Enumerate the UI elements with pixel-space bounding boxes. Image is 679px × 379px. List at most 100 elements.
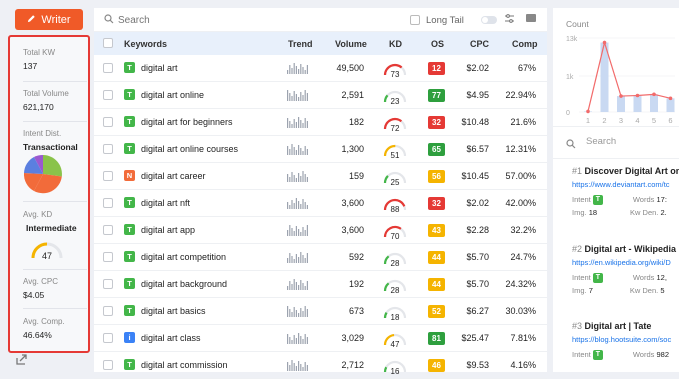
header-kd[interactable]: KD [389, 39, 402, 49]
filter-sliders-icon[interactable] [504, 13, 515, 27]
keyword-text[interactable]: digital art background [141, 279, 227, 289]
keyword-search-input[interactable] [118, 12, 318, 28]
total-volume-label: Total Volume [23, 89, 69, 98]
search-icon [104, 14, 114, 27]
volume-value: 159 [348, 171, 364, 181]
serp-url[interactable]: https://blog.hootsuite.com/soc [572, 335, 679, 344]
pencil-icon [27, 14, 36, 26]
row-checkbox[interactable] [103, 63, 113, 73]
folder-icon[interactable] [526, 14, 536, 22]
serp-result[interactable]: #3 Digital art | Tate https://blog.hootsu… [572, 321, 679, 361]
serp-search-input[interactable]: Search [586, 136, 616, 147]
header-os[interactable]: OS [431, 39, 444, 49]
keyword-text[interactable]: digital art class [141, 333, 201, 343]
divider [23, 81, 87, 82]
total-kw-value: 137 [23, 61, 38, 71]
keyword-text[interactable]: digital art commission [141, 360, 228, 370]
serp-title[interactable]: Digital art | Tate [585, 321, 652, 331]
header-volume[interactable]: Volume [335, 39, 367, 49]
intent-badge: T [124, 251, 135, 262]
kd-gauge: 70 [383, 225, 407, 241]
row-checkbox[interactable] [103, 144, 113, 154]
keyword-text[interactable]: digital art nft [141, 198, 190, 208]
keyword-text[interactable]: digital art online courses [141, 144, 238, 154]
cpc-value: $2.02 [466, 63, 489, 73]
y-tick-label: 13k [566, 36, 578, 43]
keyword-text[interactable]: digital art career [141, 171, 206, 181]
header-comp[interactable]: Comp [512, 39, 538, 49]
table-toolbar: Long Tail [94, 8, 547, 32]
divider [23, 201, 87, 202]
keyword-text[interactable]: digital art for beginners [141, 117, 233, 127]
row-checkbox[interactable] [103, 306, 113, 316]
row-checkbox[interactable] [103, 333, 113, 343]
table-row[interactable]: Tdigital art background 192 28 44 $5.70 24.32… [94, 271, 547, 298]
table-row[interactable]: Tdigital art for beginners 182 72 32 $10.48 2… [94, 109, 547, 136]
table-row[interactable]: Tdigital art online 2,591 23 77 $4.95 22.94% [94, 82, 547, 109]
table-row[interactable]: Ndigital art career 159 25 56 $10.45 57.00% [94, 163, 547, 190]
avg-cpc-value: $4.05 [23, 290, 45, 300]
row-checkbox[interactable] [103, 360, 113, 370]
long-tail-checkbox[interactable] [410, 15, 420, 25]
comp-value: 24.32% [505, 279, 536, 289]
serp-rank: #2 [572, 244, 583, 254]
row-checkbox[interactable] [103, 90, 113, 100]
intent-badge: T [124, 62, 135, 73]
table-row[interactable]: Tdigital art nft 3,600 88 32 $2.02 42.00% [94, 190, 547, 217]
header-trend[interactable]: Trend [288, 39, 313, 49]
trend-sparkline [287, 279, 308, 290]
serp-url[interactable]: https://en.wikipedia.org/wiki/D [572, 258, 679, 267]
comp-value: 30.03% [505, 306, 536, 316]
cpc-value: $5.70 [466, 252, 489, 262]
writer-button[interactable]: Writer [15, 9, 83, 30]
long-tail-label: Long Tail [426, 15, 464, 26]
serp-title[interactable]: Digital art - Wikipedia [585, 244, 676, 254]
table-row[interactable]: Tdigital art competition 592 28 44 $5.70 24.7… [94, 244, 547, 271]
table-row[interactable]: Tdigital art 49,500 73 12 $2.02 67% [94, 55, 547, 82]
comp-value: 4.16% [510, 360, 536, 370]
row-checkbox[interactable] [103, 252, 113, 262]
intent-badge: T [124, 305, 135, 316]
count-point [602, 40, 607, 45]
words-label: Words [632, 195, 655, 204]
row-checkbox[interactable] [103, 198, 113, 208]
intent-badge: T [124, 224, 135, 235]
intent-badge: T [124, 89, 135, 100]
header-keywords[interactable]: Keywords [124, 39, 167, 49]
keyword-text[interactable]: digital art app [141, 225, 195, 235]
keyword-text[interactable]: digital art competition [141, 252, 226, 262]
cpc-value: $4.95 [466, 90, 489, 100]
table-row[interactable]: Tdigital art online courses 1,300 51 65 $6.5… [94, 136, 547, 163]
intent-badge: T [592, 350, 603, 361]
keyword-text[interactable]: digital art basics [141, 306, 206, 316]
x-tick-label: 6 [668, 116, 672, 125]
avg-kd-stat: Avg. KD Intermediate [23, 210, 87, 233]
words-label: Words [632, 273, 655, 282]
kd-value: 25 [391, 178, 400, 187]
intent-badge: T [124, 143, 135, 154]
select-all-checkbox[interactable] [103, 38, 113, 48]
count-point [668, 96, 673, 101]
table-row[interactable]: Tdigital art basics 673 18 52 $6.27 30.03% [94, 298, 547, 325]
row-checkbox[interactable] [103, 171, 113, 181]
row-checkbox[interactable] [103, 225, 113, 235]
row-checkbox[interactable] [103, 279, 113, 289]
row-checkbox[interactable] [103, 117, 113, 127]
kd-value: 23 [391, 97, 400, 106]
serp-title[interactable]: Discover Digital Art on [585, 166, 679, 176]
table-row[interactable]: i digital art class 3,029 47 81 $25.47 7.81% [94, 325, 547, 352]
view-toggle[interactable] [481, 16, 497, 24]
keyword-table-panel: Long Tail Keywords Trend Volume KD OS CP… [94, 8, 547, 379]
table-row[interactable]: Tdigital art app 3,600 70 43 $2.28 32.2% [94, 217, 547, 244]
export-icon[interactable] [16, 353, 28, 365]
keyword-text[interactable]: digital art [141, 63, 178, 73]
header-cpc[interactable]: CPC [470, 39, 489, 49]
count-bar [633, 95, 642, 112]
table-row[interactable]: Tdigital art commission 2,712 16 46 $9.53 4.1… [94, 352, 547, 379]
serp-result[interactable]: #1 Discover Digital Art on https://www.de… [572, 166, 679, 217]
serp-result[interactable]: #2 Digital art - Wikipedia https://en.wik… [572, 244, 679, 295]
kd-value: 51 [391, 151, 400, 160]
avg-kd-gauge: 47 [31, 242, 63, 261]
keyword-text[interactable]: digital art online [141, 90, 204, 100]
serp-url[interactable]: https://www.deviantart.com/tc [572, 180, 679, 189]
